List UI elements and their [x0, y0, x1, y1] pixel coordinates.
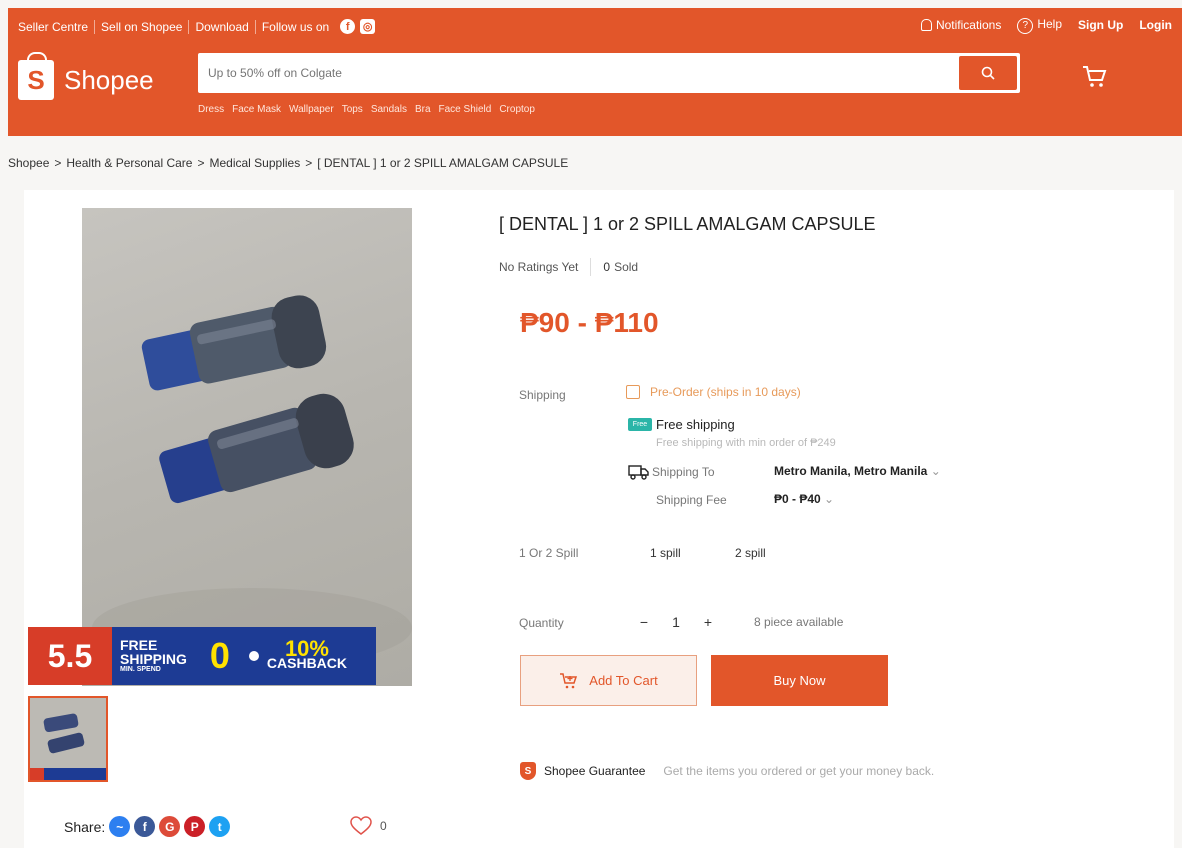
share-label: Share: [64, 818, 106, 835]
cart-button[interactable] [1080, 62, 1108, 95]
increment-button[interactable]: + [692, 608, 724, 636]
chevron-down-icon: ⌄ [824, 492, 835, 506]
heart-icon [350, 816, 372, 835]
sold-label: Sold [614, 260, 639, 274]
suggestion-link[interactable]: Bra [415, 104, 431, 115]
add-to-cart-button[interactable]: Add To Cart [520, 655, 697, 706]
sold-count: 0 [603, 260, 611, 274]
shopee-logo[interactable]: S Shopee [18, 52, 154, 100]
suggestion-link[interactable]: Face Mask [232, 104, 281, 115]
suggestion-link[interactable]: Tops [342, 104, 363, 115]
bell-icon [920, 19, 932, 32]
calendar-icon [626, 385, 640, 399]
quantity-stepper: − 1 + [628, 608, 724, 636]
preorder-info: Pre-Order (ships in 10 days) [626, 385, 801, 399]
twitter-icon[interactable]: t [209, 816, 231, 837]
product-thumbnail[interactable] [28, 696, 108, 782]
chevron-right-icon: > [54, 156, 62, 170]
messenger-icon[interactable]: ~ [109, 816, 131, 837]
add-cart-icon [560, 672, 578, 688]
meta-divider [590, 258, 592, 276]
help-icon: ? [1017, 17, 1034, 34]
buy-now-button[interactable]: Buy Now [711, 655, 888, 706]
breadcrumb-current: [ DENTAL ] 1 or 2 SPILL AMALGAM CAPSULE [317, 156, 569, 170]
suggestion-link[interactable]: Sandals [371, 104, 407, 115]
facebook-icon[interactable]: f [340, 19, 356, 34]
search-suggestions: Dress Face Mask Wallpaper Tops Sandals B… [198, 104, 535, 115]
product-title: [ DENTAL ] 1 or 2 SPILL AMALGAM CAPSULE [499, 214, 876, 234]
shipping-fee-label: Shipping Fee [656, 493, 727, 507]
search-input[interactable] [208, 63, 948, 83]
like-button[interactable]: 0 [350, 816, 387, 836]
facebook-share-icon[interactable]: f [134, 816, 156, 837]
instagram-icon[interactable]: ◎ [360, 19, 376, 34]
shipping-label: Shipping [519, 388, 566, 402]
variant-option-1spill[interactable]: 1 spill [650, 546, 681, 560]
top-links: Seller Centre Sell on Shopee Download Fo… [18, 19, 376, 34]
variant-option-2spill[interactable]: 2 spill [735, 546, 766, 560]
free-shipping: Free Free shipping [628, 417, 735, 432]
seller-centre-link[interactable]: Seller Centre [18, 19, 96, 34]
product-price: ₱90 - ₱110 [520, 307, 659, 338]
ratings-text[interactable]: No Ratings Yet [499, 260, 578, 274]
guarantee-note: Get the items you ordered or get your mo… [663, 764, 935, 778]
decrement-button[interactable]: − [628, 608, 660, 636]
shipping-to-select[interactable]: Metro Manila, Metro Manila ⌄ [774, 464, 941, 478]
banner-dot [248, 651, 259, 661]
follow-us-label: Follow us on [261, 19, 330, 34]
like-count: 0 [380, 819, 387, 833]
search-bar [198, 53, 1020, 93]
share-bar: Share: ~ f G P t [64, 816, 231, 837]
stock-text: 8 piece available [754, 615, 844, 629]
thumbnail-photo [30, 713, 106, 780]
truck-icon [628, 465, 649, 480]
breadcrumb: Shopee > Health & Personal Care > Medical Su… [8, 156, 568, 170]
cart-icon [1083, 66, 1107, 87]
variant-label: 1 Or 2 Spill [519, 546, 579, 560]
notifications-link[interactable]: Notifications [920, 18, 1001, 32]
quantity-label: Quantity [519, 616, 564, 630]
suggestion-link[interactable]: Dress [198, 104, 224, 115]
banner-55: 5.5 [28, 627, 112, 685]
login-link[interactable]: Login [1139, 18, 1172, 32]
download-link[interactable]: Download [189, 19, 256, 34]
amalgam-capsule-photo [92, 295, 412, 668]
suggestion-link[interactable]: Wallpaper [289, 104, 334, 115]
chevron-right-icon: > [197, 156, 205, 170]
shopee-bag-icon: S [18, 52, 54, 100]
chevron-down-icon: ⌄ [930, 464, 941, 478]
chevron-right-icon: > [305, 156, 313, 170]
top-actions: Notifications ? Help Sign Up Login [920, 17, 1172, 34]
banner-zero: 0 [209, 635, 230, 676]
search-button[interactable] [959, 56, 1017, 90]
guarantee-title: Shopee Guarantee [544, 764, 646, 778]
product-main-image[interactable] [82, 208, 412, 686]
free-shipping-icon: Free [628, 418, 652, 431]
suggestion-link[interactable]: Face Shield [439, 104, 492, 115]
google-share-icon[interactable]: G [159, 816, 181, 837]
product-meta: No Ratings Yet 0 Sold [499, 258, 638, 276]
top-navbar: Seller Centre Sell on Shopee Download Fo… [8, 8, 1182, 46]
banner-free-shipping: FREE SHIPPING MIN. SPEND [120, 637, 187, 673]
shield-icon: S [520, 762, 536, 780]
pinterest-icon[interactable]: P [184, 816, 206, 837]
free-shipping-note: Free shipping with min order of ₱249 [656, 437, 836, 449]
help-link[interactable]: ? Help [1017, 17, 1062, 34]
breadcrumb-subcategory[interactable]: Medical Supplies [209, 156, 300, 170]
banner-cashback: 10% CASHBACK [266, 636, 348, 671]
shipping-to-label: Shipping To [628, 463, 715, 481]
breadcrumb-category[interactable]: Health & Personal Care [66, 156, 192, 170]
promo-banner: 5.5 FREE SHIPPING MIN. SPEND 0 10% CASHBACK [28, 627, 376, 685]
sell-on-shopee-link[interactable]: Sell on Shopee [95, 19, 190, 34]
suggestion-link[interactable]: Croptop [499, 104, 535, 115]
logo-text: Shopee [64, 64, 154, 95]
shopee-guarantee: S Shopee Guarantee Get the items you ord… [520, 762, 934, 780]
breadcrumb-shopee[interactable]: Shopee [8, 156, 49, 170]
signup-link[interactable]: Sign Up [1078, 18, 1123, 32]
shipping-fee-select[interactable]: ₱0 - ₱40 ⌄ [774, 492, 834, 506]
quantity-value[interactable]: 1 [660, 608, 692, 636]
search-icon [981, 66, 995, 80]
